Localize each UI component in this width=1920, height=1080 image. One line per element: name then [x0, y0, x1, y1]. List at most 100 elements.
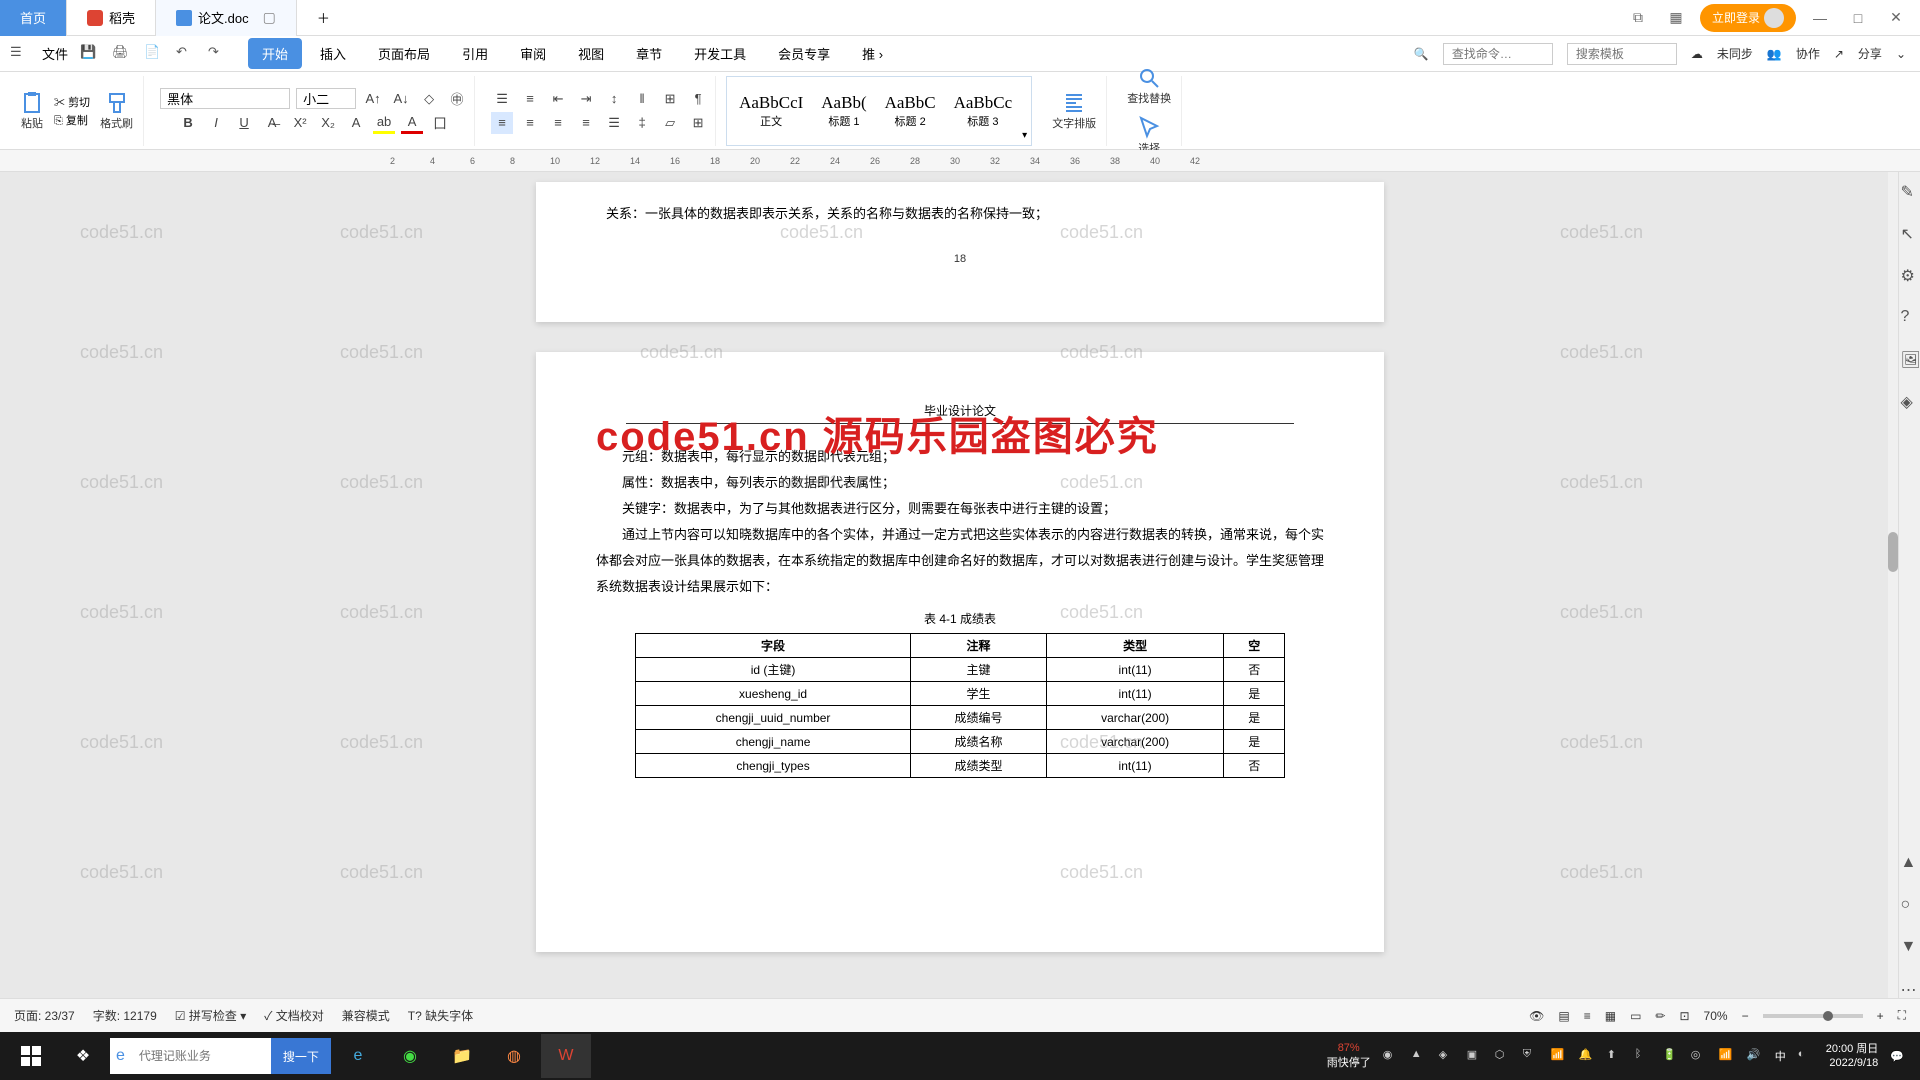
- tab-view[interactable]: 视图: [564, 38, 618, 69]
- print-icon[interactable]: 📄: [144, 44, 164, 64]
- cursor-tool-icon[interactable]: ↖: [1901, 224, 1919, 242]
- zoom-in-button[interactable]: +: [1877, 1009, 1884, 1023]
- tray-icon[interactable]: ▲: [1411, 1048, 1427, 1064]
- notification-center-icon[interactable]: 💬: [1890, 1050, 1904, 1063]
- proofread-button[interactable]: ✓ 文档校对: [264, 1007, 324, 1024]
- tray-battery-icon[interactable]: 🔋: [1663, 1048, 1679, 1064]
- shading-button[interactable]: ▱: [659, 112, 681, 134]
- redo-icon[interactable]: ↷: [208, 44, 228, 64]
- nav-dot-icon[interactable]: ○: [1901, 896, 1919, 914]
- zoom-slider[interactable]: [1763, 1014, 1863, 1018]
- phonetic-icon[interactable]: ㊥: [446, 88, 468, 110]
- decrease-indent-button[interactable]: ⇤: [547, 88, 569, 110]
- login-button[interactable]: 立即登录: [1700, 4, 1796, 32]
- tray-bluetooth-icon[interactable]: ᛒ: [1635, 1048, 1651, 1064]
- line-spacing-button[interactable]: ‖: [631, 88, 653, 110]
- font-select[interactable]: [160, 88, 290, 109]
- style-h1[interactable]: AaBb(标题 1: [813, 91, 874, 131]
- ruler[interactable]: 24681012141618202224262830323436384042: [0, 150, 1920, 172]
- web-view-icon[interactable]: ▦: [1605, 1009, 1616, 1023]
- minimize-button[interactable]: —: [1806, 4, 1834, 32]
- superscript-button[interactable]: X²: [289, 112, 311, 134]
- tab-daoke[interactable]: 稻壳: [67, 0, 156, 36]
- table-row[interactable]: chengji_name成绩名称varchar(200)是: [636, 730, 1285, 754]
- scrollbar-thumb[interactable]: [1888, 532, 1898, 572]
- page-count[interactable]: 页面: 23/37: [14, 1007, 75, 1024]
- paragraph[interactable]: 属性：数据表中，每列表示的数据即代表属性；: [596, 470, 1324, 496]
- edit-view-icon[interactable]: ✏: [1655, 1009, 1665, 1023]
- border-button[interactable]: ⊞: [687, 112, 709, 134]
- save-icon[interactable]: 💾: [80, 44, 100, 64]
- cut-button[interactable]: ✂ 剪切: [54, 94, 90, 110]
- char-border-button[interactable]: 囗: [429, 112, 451, 134]
- tray-volume-icon[interactable]: 🔊: [1747, 1048, 1763, 1064]
- tab-member[interactable]: 会员专享: [764, 38, 844, 69]
- clear-format-icon[interactable]: ◇: [418, 88, 440, 110]
- format-painter-button[interactable]: 格式刷: [96, 87, 137, 135]
- increase-font-icon[interactable]: A↑: [362, 88, 384, 110]
- word-count[interactable]: 字数: 12179: [93, 1007, 157, 1024]
- scroll-up-icon[interactable]: ▲: [1901, 854, 1919, 872]
- tab-more[interactable]: 推 ›: [848, 38, 897, 69]
- tray-icon[interactable]: ▣: [1467, 1048, 1483, 1064]
- paste-button[interactable]: 粘贴: [16, 87, 48, 135]
- page-current[interactable]: 毕业设计论文 code51.cn 源码乐园盗图必究 元组：数据表中，每行显示的数…: [536, 352, 1384, 952]
- scroll-down-icon[interactable]: ▼: [1901, 938, 1919, 956]
- tb-app1[interactable]: ◍: [489, 1034, 539, 1078]
- table-row[interactable]: chengji_uuid_number成绩编号varchar(200)是: [636, 706, 1285, 730]
- read-view-icon[interactable]: ▤: [1558, 1009, 1569, 1023]
- align-left-button[interactable]: ≡: [491, 112, 513, 134]
- tray-icon[interactable]: ◈: [1439, 1048, 1455, 1064]
- tab-devtools[interactable]: 开发工具: [680, 38, 760, 69]
- tab-layout[interactable]: 页面布局: [364, 38, 444, 69]
- menu-icon[interactable]: ☰: [10, 44, 30, 64]
- share-icon[interactable]: ↗: [1834, 47, 1844, 61]
- copilot-button[interactable]: ❖: [58, 1034, 108, 1078]
- start-button[interactable]: [6, 1034, 56, 1078]
- tab-settings-button[interactable]: ⊞: [659, 88, 681, 110]
- taskbar-search[interactable]: e 搜一下: [110, 1038, 331, 1074]
- search-template-input[interactable]: [1567, 43, 1677, 65]
- tab-insert[interactable]: 插入: [306, 38, 360, 69]
- show-marks-button[interactable]: ¶: [687, 88, 709, 110]
- tray-wifi-icon[interactable]: 📶: [1719, 1048, 1735, 1064]
- find-replace-button[interactable]: 查找替换: [1123, 62, 1175, 110]
- tab-review[interactable]: 审阅: [506, 38, 560, 69]
- vertical-scrollbar[interactable]: [1888, 172, 1898, 998]
- styles-expand-icon[interactable]: ▾: [1022, 130, 1027, 141]
- page-prev[interactable]: 关系：一张具体的数据表即表示关系，关系的名称与数据表的名称保持一致； 18: [536, 182, 1384, 322]
- tray-icon[interactable]: 📶: [1551, 1048, 1567, 1064]
- taskbar-search-input[interactable]: [131, 1049, 271, 1063]
- text-effect-button[interactable]: A: [345, 112, 367, 134]
- more-icon[interactable]: ⋯: [1901, 980, 1919, 998]
- zoom-thumb[interactable]: [1823, 1011, 1833, 1021]
- ime-indicator[interactable]: 中: [1775, 1048, 1786, 1064]
- size-select[interactable]: [296, 88, 356, 109]
- search-command-input[interactable]: [1443, 43, 1553, 65]
- share-label[interactable]: 分享: [1858, 45, 1882, 62]
- italic-button[interactable]: I: [205, 112, 227, 134]
- print-preview-icon[interactable]: 🖨: [112, 44, 132, 64]
- tray-icon[interactable]: ◎: [1691, 1048, 1707, 1064]
- paragraph[interactable]: 通过上节内容可以知晓数据库中的各个实体，并通过一定方式把这些实体表示的内容进行数…: [596, 522, 1324, 600]
- pen-tool-icon[interactable]: ✎: [1901, 182, 1919, 200]
- tray-icon[interactable]: ⛨: [1523, 1048, 1539, 1064]
- tab-document[interactable]: 论文.doc ▢: [156, 0, 297, 36]
- tb-wps[interactable]: W: [541, 1034, 591, 1078]
- underline-button[interactable]: U: [233, 112, 255, 134]
- tab-reference[interactable]: 引用: [448, 38, 502, 69]
- copy-button[interactable]: ⎘ 复制: [54, 112, 90, 128]
- table-row[interactable]: xuesheng_id学生int(11)是: [636, 682, 1285, 706]
- tab-start[interactable]: 开始: [248, 38, 302, 69]
- sort-button[interactable]: ↕: [603, 88, 625, 110]
- style-h2[interactable]: AaBbC标题 2: [877, 91, 944, 131]
- fullscreen-icon[interactable]: ⛶: [1898, 1008, 1906, 1023]
- tb-explorer[interactable]: 📁: [437, 1034, 487, 1078]
- help-tool-icon[interactable]: ?: [1901, 308, 1919, 326]
- image-tool-icon[interactable]: 🖼: [1901, 350, 1919, 368]
- tab-new[interactable]: ＋: [297, 0, 350, 36]
- tab-home[interactable]: 首页: [0, 0, 67, 36]
- spellcheck-button[interactable]: ☑ 拼写检查 ▾: [175, 1007, 246, 1024]
- table-row[interactable]: id (主键)主键int(11)否: [636, 658, 1285, 682]
- tb-360[interactable]: ◉: [385, 1034, 435, 1078]
